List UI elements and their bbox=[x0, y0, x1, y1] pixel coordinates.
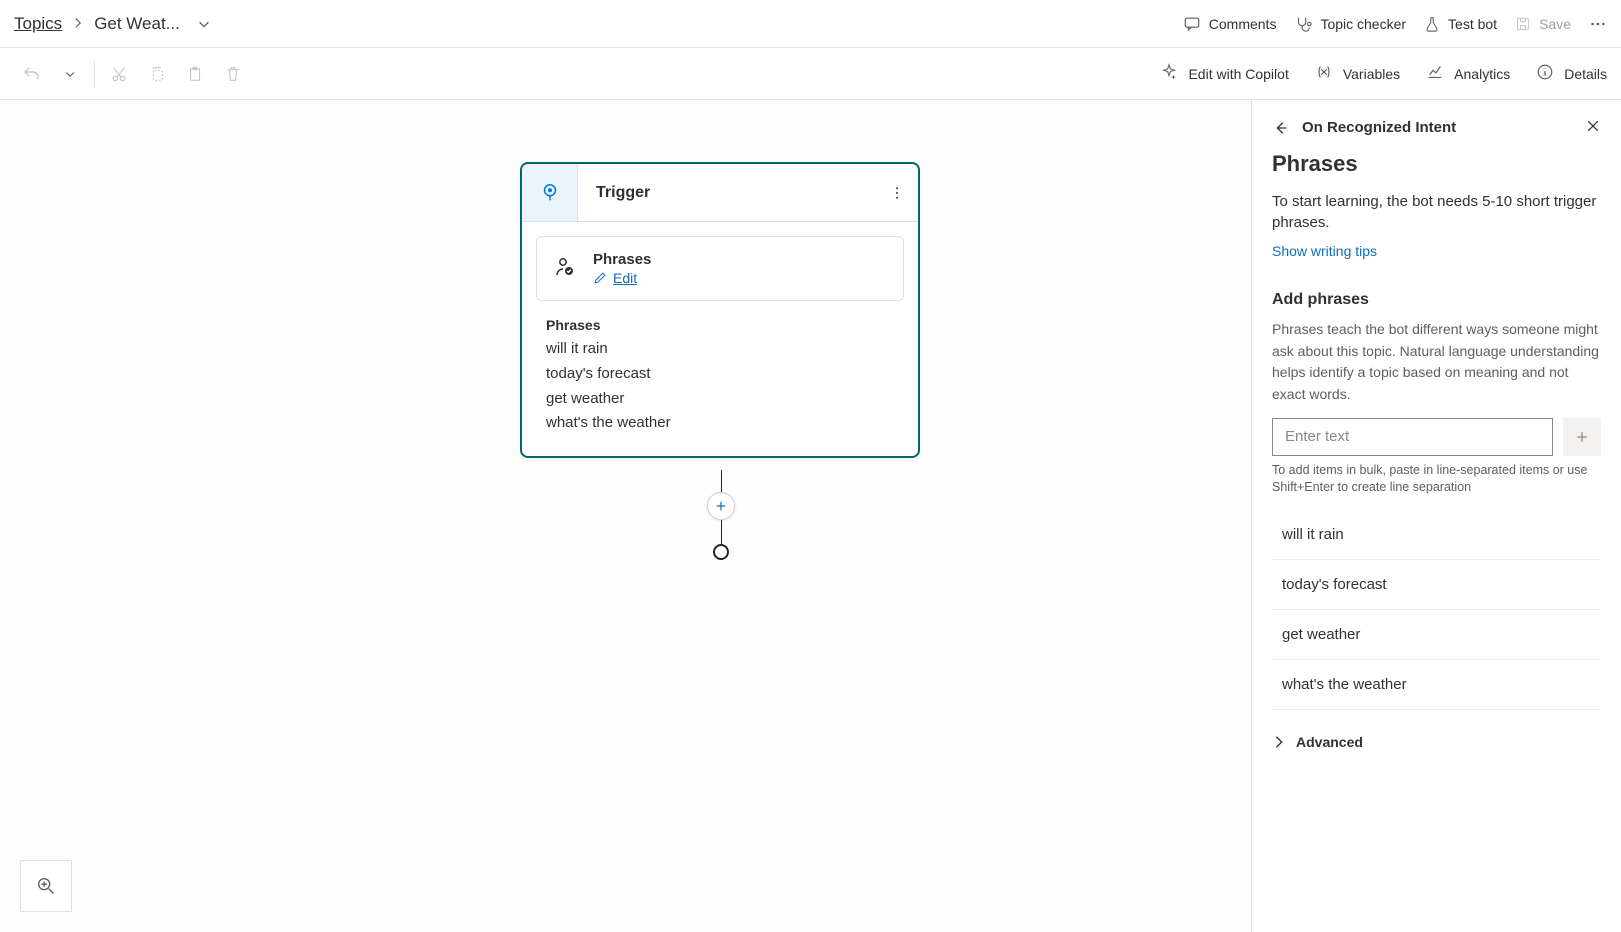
comment-icon bbox=[1183, 15, 1201, 33]
show-tips-link[interactable]: Show writing tips bbox=[1272, 243, 1377, 259]
node-more-menu[interactable] bbox=[876, 185, 918, 201]
phrases-list-title: Phrases bbox=[546, 317, 894, 333]
trigger-icon bbox=[522, 164, 578, 221]
zoom-fit-button[interactable] bbox=[20, 860, 72, 912]
add-phrase-hint: To add items in bulk, paste in line-sepa… bbox=[1272, 462, 1601, 496]
phrases-icon bbox=[553, 255, 577, 282]
node-phrase: today's forecast bbox=[546, 362, 894, 387]
edit-with-copilot-button[interactable]: Edit with Copilot bbox=[1160, 63, 1288, 84]
info-icon bbox=[1536, 63, 1554, 84]
panel-heading: Phrases bbox=[1272, 151, 1601, 177]
cut-button bbox=[101, 56, 137, 92]
test-bot-label: Test bot bbox=[1448, 16, 1497, 32]
analytics-button[interactable]: Analytics bbox=[1426, 63, 1510, 84]
breadcrumb-current: Get Weat... bbox=[94, 14, 180, 34]
panel-close-button[interactable] bbox=[1585, 118, 1601, 137]
save-button: Save bbox=[1515, 16, 1571, 32]
comments-label: Comments bbox=[1209, 16, 1277, 32]
phrases-panel: On Recognized Intent Phrases To start le… bbox=[1251, 100, 1621, 932]
topic-checker-button[interactable]: Topic checker bbox=[1294, 15, 1406, 33]
toolbar-separator bbox=[94, 60, 95, 88]
save-icon bbox=[1515, 16, 1531, 32]
node-phrase: will it rain bbox=[546, 337, 894, 362]
paste-button bbox=[177, 56, 213, 92]
more-horizontal-icon bbox=[1589, 15, 1607, 33]
node-section-title: Phrases bbox=[593, 251, 651, 268]
end-node-icon bbox=[713, 544, 729, 560]
panel-lead: To start learning, the bot needs 5-10 sh… bbox=[1272, 191, 1601, 233]
breadcrumb-root[interactable]: Topics bbox=[14, 14, 62, 34]
panel-title: On Recognized Intent bbox=[1302, 119, 1456, 136]
variables-button[interactable]: Variables bbox=[1315, 63, 1400, 84]
more-menu[interactable] bbox=[1589, 15, 1607, 33]
panel-back-button[interactable] bbox=[1272, 119, 1290, 137]
advanced-label: Advanced bbox=[1296, 734, 1363, 750]
test-bot-button[interactable]: Test bot bbox=[1424, 15, 1497, 33]
flask-icon bbox=[1424, 15, 1440, 33]
phrase-item[interactable]: will it rain bbox=[1272, 510, 1601, 560]
node-title: Trigger bbox=[578, 184, 876, 202]
edit-copilot-label: Edit with Copilot bbox=[1188, 66, 1288, 82]
sparkle-icon bbox=[1160, 63, 1178, 84]
topic-checker-label: Topic checker bbox=[1320, 16, 1406, 32]
phrase-item[interactable]: what's the weather bbox=[1272, 660, 1601, 710]
advanced-section-toggle[interactable]: Advanced bbox=[1272, 734, 1601, 750]
node-connector bbox=[720, 470, 722, 580]
stethoscope-icon bbox=[1294, 15, 1312, 33]
undo-button bbox=[14, 56, 50, 92]
top-actions: Comments Topic checker Test bot Save bbox=[1183, 15, 1607, 33]
chevron-right-icon bbox=[72, 14, 84, 34]
chevron-right-icon bbox=[1272, 735, 1286, 749]
edit-phrases-link[interactable]: Edit bbox=[593, 270, 651, 286]
analytics-label: Analytics bbox=[1454, 66, 1510, 82]
authoring-canvas[interactable]: Trigger Phrases Edit Phrases bbox=[0, 100, 1251, 932]
edit-label: Edit bbox=[613, 270, 637, 286]
add-phrases-heading: Add phrases bbox=[1272, 291, 1601, 309]
editor-toolbar: Edit with Copilot Variables Analytics De… bbox=[0, 48, 1621, 100]
add-node-button[interactable] bbox=[707, 492, 735, 520]
variables-icon bbox=[1315, 63, 1333, 84]
comments-button[interactable]: Comments bbox=[1183, 15, 1277, 33]
add-phrase-input[interactable] bbox=[1272, 418, 1553, 456]
node-phrase: get weather bbox=[546, 387, 894, 412]
trigger-node[interactable]: Trigger Phrases Edit Phrases bbox=[520, 162, 920, 458]
details-label: Details bbox=[1564, 66, 1607, 82]
breadcrumb-dropdown[interactable] bbox=[190, 10, 218, 38]
add-phrase-button[interactable] bbox=[1563, 418, 1601, 456]
add-phrases-description: Phrases teach the bot different ways som… bbox=[1272, 319, 1601, 406]
chart-icon bbox=[1426, 63, 1444, 84]
top-command-bar: Topics Get Weat... Comments Topic checke… bbox=[0, 0, 1621, 48]
phrase-item[interactable]: get weather bbox=[1272, 610, 1601, 660]
node-phrase: what's the weather bbox=[546, 411, 894, 436]
variables-label: Variables bbox=[1343, 66, 1400, 82]
phrase-list: will it rain today's forecast get weathe… bbox=[1272, 510, 1601, 710]
phrase-item[interactable]: today's forecast bbox=[1272, 560, 1601, 610]
breadcrumb: Topics Get Weat... bbox=[14, 10, 218, 38]
details-button[interactable]: Details bbox=[1536, 63, 1607, 84]
delete-button bbox=[215, 56, 251, 92]
copy-button bbox=[139, 56, 175, 92]
save-label: Save bbox=[1539, 16, 1571, 32]
undo-history-dropdown[interactable] bbox=[52, 56, 88, 92]
